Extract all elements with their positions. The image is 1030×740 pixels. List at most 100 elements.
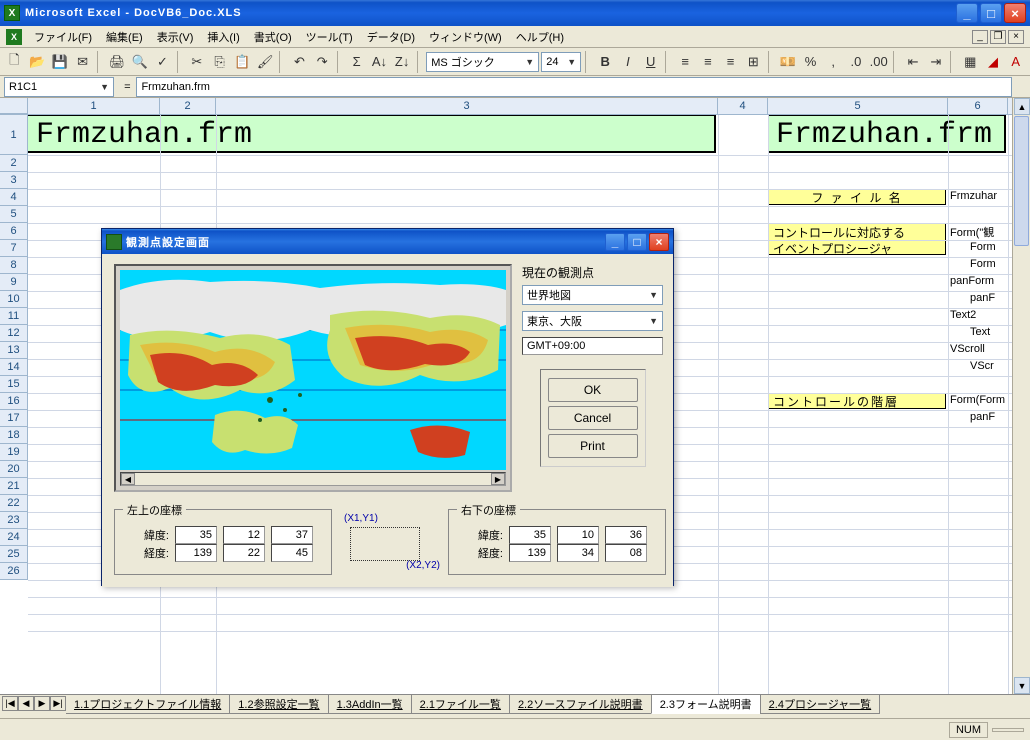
ul-lat-deg[interactable]: 35 [175, 526, 217, 544]
cell-merged-title-1[interactable]: Frmzuhan.frm [28, 115, 716, 153]
sheet-tab[interactable]: 2.2ソースファイル説明書 [509, 694, 652, 714]
scroll-right-icon[interactable]: ▶ [491, 473, 505, 485]
dialog-titlebar[interactable]: 観測点設定画面 _ □ × [102, 229, 673, 254]
tab-last-icon[interactable]: ▶| [50, 696, 66, 711]
dialog-maximize-button[interactable]: □ [627, 233, 647, 251]
print-button[interactable]: Print [548, 434, 638, 458]
menu-tools[interactable]: ツール(T) [300, 27, 359, 47]
mdi-close[interactable]: × [1008, 30, 1024, 44]
row-header[interactable]: 25 [0, 546, 28, 563]
row-header[interactable]: 8 [0, 257, 28, 274]
cell-merged-title-2[interactable]: Frmzuhan.frm [768, 115, 1006, 153]
sum-icon[interactable]: Σ [346, 51, 367, 73]
cell[interactable]: Form [970, 258, 996, 270]
vertical-scrollbar[interactable]: ▲ ▼ [1012, 98, 1030, 694]
ul-lat-min[interactable]: 12 [223, 526, 265, 544]
open-icon[interactable]: 📂 [27, 51, 48, 73]
format-painter-icon[interactable]: 🖌 [255, 51, 276, 73]
row-header[interactable]: 11 [0, 308, 28, 325]
cell[interactable]: VScroll [950, 343, 985, 355]
sheet-tab[interactable]: 2.3フォーム説明書 [651, 694, 761, 714]
cell-control-hierarchy-header[interactable]: コントロールの階層 [768, 393, 946, 409]
lr-lat-deg[interactable]: 35 [509, 526, 551, 544]
menu-insert[interactable]: 挿入(I) [201, 27, 245, 47]
row-header[interactable]: 15 [0, 376, 28, 393]
lr-lon-deg[interactable]: 139 [509, 544, 551, 562]
sort-desc-icon[interactable]: Z↓ [392, 51, 413, 73]
increase-decimal-icon[interactable]: .0 [846, 51, 867, 73]
align-left-icon[interactable]: ≡ [675, 51, 696, 73]
row-header[interactable]: 10 [0, 291, 28, 308]
cut-icon[interactable]: ✂ [187, 51, 208, 73]
row-header[interactable]: 5 [0, 206, 28, 223]
menu-window[interactable]: ウィンドウ(W) [423, 27, 508, 47]
align-center-icon[interactable]: ≡ [698, 51, 719, 73]
sheet-tab[interactable]: 1.2参照設定一覧 [229, 694, 328, 714]
mdi-minimize[interactable]: _ [972, 30, 988, 44]
font-color-icon[interactable]: A [1005, 51, 1026, 73]
borders-icon[interactable]: ▦ [960, 51, 981, 73]
row-header[interactable]: 7 [0, 240, 28, 257]
ul-lon-min[interactable]: 22 [223, 544, 265, 562]
cell[interactable]: panF [970, 292, 995, 304]
percent-icon[interactable]: % [800, 51, 821, 73]
row-header[interactable]: 6 [0, 223, 28, 240]
cell[interactable]: Frmzuhar [950, 190, 997, 202]
font-size-combo[interactable]: 24▼ [541, 52, 581, 72]
ul-lon-deg[interactable]: 139 [175, 544, 217, 562]
row-header[interactable]: 22 [0, 495, 28, 512]
menu-edit[interactable]: 編集(E) [100, 27, 149, 47]
dialog-close-button[interactable]: × [649, 233, 669, 251]
minimize-button[interactable]: _ [956, 3, 978, 23]
redo-icon[interactable]: ↷ [312, 51, 333, 73]
col-header[interactable]: 4 [718, 98, 768, 114]
col-header[interactable]: 5 [768, 98, 948, 114]
lr-lat-sec[interactable]: 36 [605, 526, 647, 544]
lr-lon-min[interactable]: 34 [557, 544, 599, 562]
menu-help[interactable]: ヘルプ(H) [510, 27, 570, 47]
scroll-left-icon[interactable]: ◀ [121, 473, 135, 485]
world-map[interactable] [120, 270, 506, 470]
row-header[interactable]: 26 [0, 563, 28, 580]
sheet-tab[interactable]: 1.1プロジェクトファイル情報 [66, 694, 230, 714]
maximize-button[interactable]: □ [980, 3, 1002, 23]
mdi-restore[interactable]: ❐ [990, 30, 1006, 44]
tab-prev-icon[interactable]: ◀ [18, 696, 34, 711]
col-header[interactable]: 3 [216, 98, 718, 114]
ok-button[interactable]: OK [548, 378, 638, 402]
select-all-corner[interactable] [0, 98, 28, 114]
sort-asc-icon[interactable]: A↓ [369, 51, 390, 73]
tab-first-icon[interactable]: |◀ [2, 696, 18, 711]
close-button[interactable]: × [1004, 3, 1026, 23]
sheet-tab[interactable]: 1.3AddIn一覧 [328, 694, 412, 714]
scroll-up-icon[interactable]: ▲ [1014, 98, 1030, 115]
map-type-combo[interactable]: 世界地図▼ [522, 285, 663, 305]
mail-icon[interactable]: ✉ [72, 51, 93, 73]
lr-lat-min[interactable]: 10 [557, 526, 599, 544]
cell[interactable]: panForm [950, 275, 994, 287]
decrease-indent-icon[interactable]: ⇤ [903, 51, 924, 73]
scroll-thumb[interactable] [1014, 116, 1029, 246]
font-name-combo[interactable]: MS ゴシック▼ [426, 52, 539, 72]
row-header[interactable]: 12 [0, 325, 28, 342]
row-header[interactable]: 9 [0, 274, 28, 291]
menu-file[interactable]: ファイル(F) [28, 27, 98, 47]
paste-icon[interactable]: 📋 [232, 51, 253, 73]
cell[interactable]: Text2 [950, 309, 976, 321]
underline-icon[interactable]: U [640, 51, 661, 73]
row-header[interactable]: 16 [0, 393, 28, 410]
cell[interactable]: panF [970, 411, 995, 423]
decrease-decimal-icon[interactable]: .00 [868, 51, 889, 73]
tab-next-icon[interactable]: ▶ [34, 696, 50, 711]
row-header[interactable]: 2 [0, 155, 28, 172]
undo-icon[interactable]: ↶ [289, 51, 310, 73]
cell[interactable]: Form [970, 241, 996, 253]
align-right-icon[interactable]: ≡ [720, 51, 741, 73]
preview-icon[interactable]: 🔍 [129, 51, 150, 73]
increase-indent-icon[interactable]: ⇥ [925, 51, 946, 73]
row-header[interactable]: 23 [0, 512, 28, 529]
cell[interactable]: Text [970, 326, 990, 338]
italic-icon[interactable]: I [618, 51, 639, 73]
merge-icon[interactable]: ⊞ [743, 51, 764, 73]
formula-input[interactable]: Frmzuhan.frm [136, 77, 1012, 97]
